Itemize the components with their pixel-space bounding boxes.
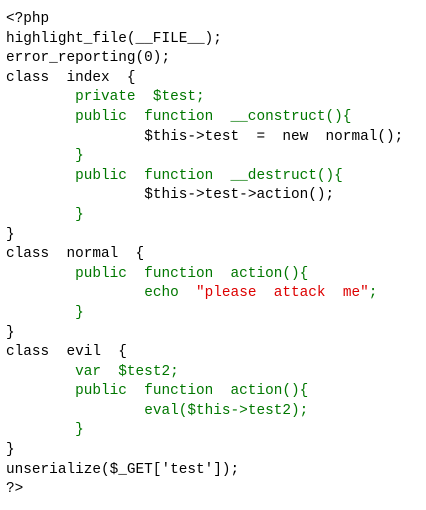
code-line: } [0,147,426,167]
code-token: echo [144,285,197,302]
code-token: eval($this->test2); [144,402,309,419]
code-token: } [75,206,84,223]
php-source-code-block: <?php highlight_file(__FILE__); error_repo… [0,0,426,510]
code-line: unserialize($_GET['test']); [0,461,426,481]
code-line: } [0,421,426,441]
code-token: } [6,324,15,341]
code-token: } [6,226,15,243]
code-line: highlight_file(__FILE__); [0,30,426,50]
code-token: } [75,148,84,165]
code-line: public function action(){ [0,382,426,402]
code-line: } [0,324,426,344]
code-line: <?php [0,10,426,30]
code-token: public function __destruct(){ [75,167,343,184]
code-line: error_reporting(0); [0,49,426,69]
code-token: public function __construct(){ [75,108,352,125]
code-line: class normal { [0,245,426,265]
code-line: class evil { [0,343,426,363]
code-line: } [0,226,426,246]
code-line: } [0,441,426,461]
code-line: public function __construct(){ [0,108,426,128]
code-token: public function action(){ [75,265,309,282]
code-line: $this->test = new normal(); [0,128,426,148]
code-token: <?php [6,11,50,27]
code-token: class index { [6,69,136,86]
code-line: } [0,206,426,226]
code-line: ?> [0,480,426,500]
code-token: } [75,422,84,439]
code-token: $this->test = new normal(); [144,128,404,145]
code-token: unserialize($_GET['test']); [6,461,240,478]
code-token: } [6,442,15,459]
code-token: ?> [6,481,24,498]
code-line: echo "please attack me"; [0,284,426,304]
code-token: $this->test->action(); [144,187,335,204]
code-token: class evil { [6,344,127,361]
code-token: var $test2; [75,363,179,380]
code-token: public function action(){ [75,383,309,400]
code-line: eval($this->test2); [0,402,426,422]
code-line: } [0,304,426,324]
code-line: public function __destruct(){ [0,167,426,187]
code-token: class normal { [6,246,145,263]
code-token: private $test; [75,89,205,106]
code-token: error_reporting(0); [6,50,171,67]
code-token: highlight_file(__FILE__); [6,30,222,47]
code-token: "please attack me" [196,285,369,302]
code-line: public function action(){ [0,265,426,285]
code-token: ; [368,285,378,302]
code-line: class index { [0,69,426,89]
code-line: private $test; [0,88,426,108]
code-token: } [75,304,84,321]
code-line: $this->test->action(); [0,186,426,206]
code-line: var $test2; [0,363,426,383]
